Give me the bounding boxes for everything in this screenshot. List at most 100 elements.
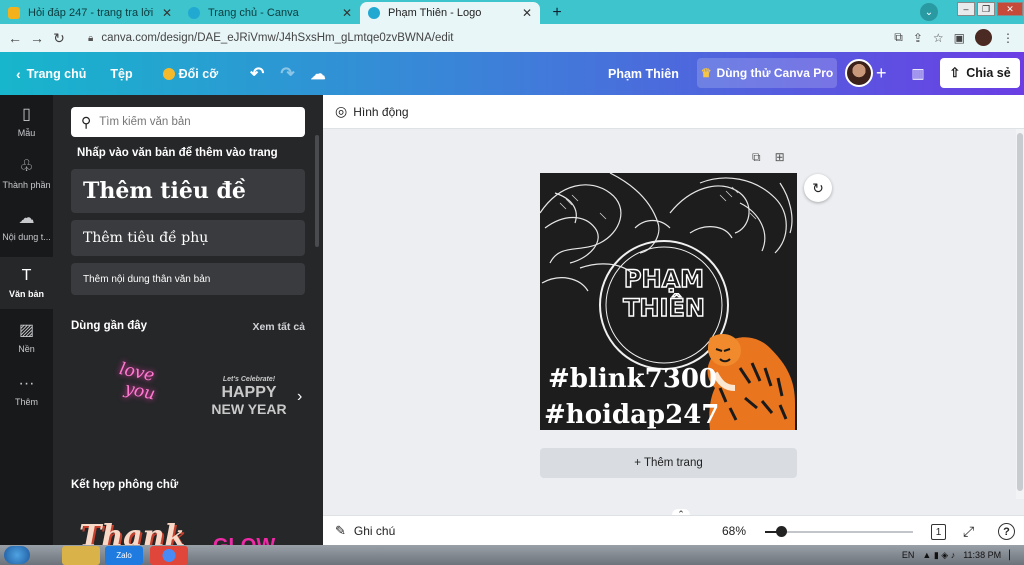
refresh-design-icon[interactable]: ↻ [804, 174, 832, 202]
canvas-scrollbar[interactable] [1016, 129, 1024, 499]
search-input[interactable] [99, 116, 290, 128]
add-heading-button[interactable]: Thêm tiêu đề [71, 169, 305, 213]
zoom-slider-track[interactable] [765, 531, 913, 533]
bookmark-star-icon[interactable]: ☆ [933, 31, 944, 45]
undo-button[interactable]: ↶ [242, 59, 272, 89]
add-collaborator-icon[interactable]: + [876, 52, 887, 95]
dragon-scales [559, 186, 757, 220]
browser-tab-hoidap[interactable]: Hỏi đáp 247 - trang tra lời ✕ [0, 2, 180, 24]
reload-icon[interactable]: ↻ [48, 30, 70, 47]
share-page-icon[interactable]: ⇪ [913, 31, 923, 45]
clock[interactable]: 11:38 PM [963, 550, 1001, 560]
recent-template-love-you[interactable]: love you [91, 356, 173, 433]
scrollbar-thumb[interactable] [1017, 133, 1023, 491]
new-tab-button[interactable]: + [546, 2, 568, 24]
lock-icon[interactable]: 🔒︎ [88, 33, 93, 44]
rail-item-more[interactable]: ··· Thêm [0, 365, 53, 417]
url-field[interactable]: 🔒︎ canva.com/design/DAE_eJRiVmw/J4hSxsHm… [80, 28, 860, 48]
notes-button[interactable]: ✎ Ghi chú [335, 523, 395, 539]
recent-template-happy-new-year[interactable]: Let's Celebrate! HAPPY NEW YEAR [199, 375, 299, 418]
chevron-right-icon[interactable]: › [297, 388, 302, 406]
user-avatar[interactable] [845, 59, 873, 87]
try-pro-label: Dùng thử Canva Pro [716, 66, 834, 80]
add-subheading-button[interactable]: Thêm tiêu đề phụ [71, 220, 305, 256]
home-button[interactable]: ‹ Trang chủ [8, 59, 94, 89]
window-controls: – ❐ ✕ [956, 0, 1024, 18]
page-count-button[interactable]: 1 [931, 524, 946, 540]
panel-scrollbar[interactable] [315, 135, 319, 247]
font-combo-section-title: Kết hợp phông chữ [71, 479, 179, 491]
ny-small-text: Let's Celebrate! [222, 376, 276, 383]
address-bar-actions: ⧉ ⇪ ☆ ▣ ⋮ [894, 29, 1014, 46]
redo-button[interactable]: ↷ [272, 59, 302, 89]
chevron-left-icon: ‹ [16, 65, 21, 82]
design-artwork: PHẠM THIÊN #blink7300 #hoidap247 [540, 173, 795, 430]
minimize-icon[interactable]: – [957, 2, 975, 16]
help-icon[interactable]: ? [998, 523, 1015, 540]
close-window-icon[interactable]: ✕ [997, 2, 1023, 16]
text-icon: T [21, 267, 32, 284]
design-owner-name[interactable]: Phạm Thiên [608, 52, 679, 95]
rail-item-elements[interactable]: ♧ Thành phần [0, 147, 53, 199]
rail-item-templates[interactable]: ▯ Mẫu [0, 95, 53, 147]
browser-tab-canva-home[interactable]: Trang chủ - Canva ✕ [180, 2, 360, 24]
add-body-text-button[interactable]: Thêm nội dung thân văn bản [71, 263, 305, 295]
close-tab-icon[interactable]: ✕ [162, 6, 172, 20]
template-icon: ▯ [22, 106, 31, 123]
resize-button[interactable]: Đổi cỡ [155, 59, 226, 89]
fullscreen-icon[interactable]: ⤢ [963, 523, 974, 540]
text-search-box[interactable]: ⚲ [71, 107, 305, 137]
address-bar: ← → ↻ 🔒︎ canva.com/design/DAE_eJRiVmw/J4… [0, 24, 1024, 52]
font-combo-thank[interactable]: Thank [79, 519, 185, 545]
see-all-link[interactable]: Xem tất cả [252, 321, 305, 333]
close-tab-icon[interactable]: ✕ [522, 6, 532, 20]
add-page-icon[interactable]: ⊞ [775, 150, 785, 165]
url-text: canva.com/design/DAE_eJRiVmw/J4hSxsHm_gL… [101, 32, 454, 44]
browser-tab-bar: Hỏi đáp 247 - trang tra lời ✕ Trang chủ … [0, 0, 1024, 24]
ny-happy-text: HAPPY [221, 384, 277, 401]
rail-label: Thêm [14, 397, 38, 407]
chrome-app-icon[interactable] [150, 546, 188, 565]
tab-title: Trang chủ - Canva [208, 7, 299, 19]
upload-icon: ☁︎ [18, 210, 35, 227]
crown-coin-icon [162, 67, 175, 80]
tab-search-chevron-icon[interactable]: ⌄ [920, 3, 938, 21]
canva-favicon-icon [368, 7, 380, 19]
translate-icon[interactable]: ⧉ [894, 30, 903, 45]
profile-avatar[interactable] [975, 29, 992, 46]
show-desktop-button[interactable]: ▏ [1009, 550, 1016, 561]
zoom-value[interactable]: 68% [722, 524, 746, 538]
design-page[interactable]: PHẠM THIÊN #blink7300 #hoidap247 [540, 173, 797, 430]
zalo-app-icon[interactable]: Zalo [105, 546, 143, 565]
search-icon: ⚲ [81, 113, 92, 130]
language-indicator[interactable]: EN [902, 550, 915, 560]
duplicate-page-icon[interactable]: ⧉ [752, 150, 761, 165]
file-menu-button[interactable]: Tệp [102, 59, 140, 89]
try-pro-button[interactable]: ♛ Dùng thử Canva Pro [697, 58, 837, 88]
back-arrow-icon[interactable]: ← [4, 30, 26, 46]
rail-item-background[interactable]: ▨ Nền [0, 311, 53, 363]
rail-label: Mẫu [17, 128, 36, 138]
forward-arrow-icon[interactable]: → [26, 30, 48, 46]
tray-icons[interactable]: ▲ ▮ ◈ ♪ [922, 550, 955, 561]
file-explorer-icon[interactable] [62, 546, 100, 565]
left-rail: ▯ Mẫu ♧ Thành phần ☁︎ Nội dung t... T Vă… [0, 95, 53, 545]
restore-icon[interactable]: ❐ [977, 2, 995, 16]
ny-newyear-text: NEW YEAR [211, 401, 287, 417]
add-page-button[interactable]: + Thêm trang [540, 448, 797, 478]
browser-tab-design[interactable]: Phạm Thiên - Logo ✕ [360, 2, 540, 24]
browser-menu-icon[interactable]: ⋮ [1002, 31, 1014, 45]
animate-button[interactable]: Hình động [353, 105, 408, 119]
hashtag-2: #hoidap247 [544, 400, 719, 430]
close-tab-icon[interactable]: ✕ [342, 6, 352, 20]
font-combo-glow[interactable]: GLOW [213, 535, 275, 545]
zoom-slider-handle[interactable] [776, 526, 787, 537]
sidepanel-icon[interactable]: ▣ [954, 31, 965, 45]
rail-item-text[interactable]: T Văn bản [0, 257, 53, 309]
share-button[interactable]: ⇧ Chia sẻ [940, 58, 1020, 88]
cloud-save-icon[interactable]: ☁︎ [303, 59, 334, 89]
insights-chart-icon[interactable]: ▥ [906, 52, 930, 95]
rail-label: Văn bản [8, 289, 44, 299]
rail-item-uploads[interactable]: ☁︎ Nội dung t... [0, 199, 53, 251]
start-button[interactable] [4, 546, 30, 564]
